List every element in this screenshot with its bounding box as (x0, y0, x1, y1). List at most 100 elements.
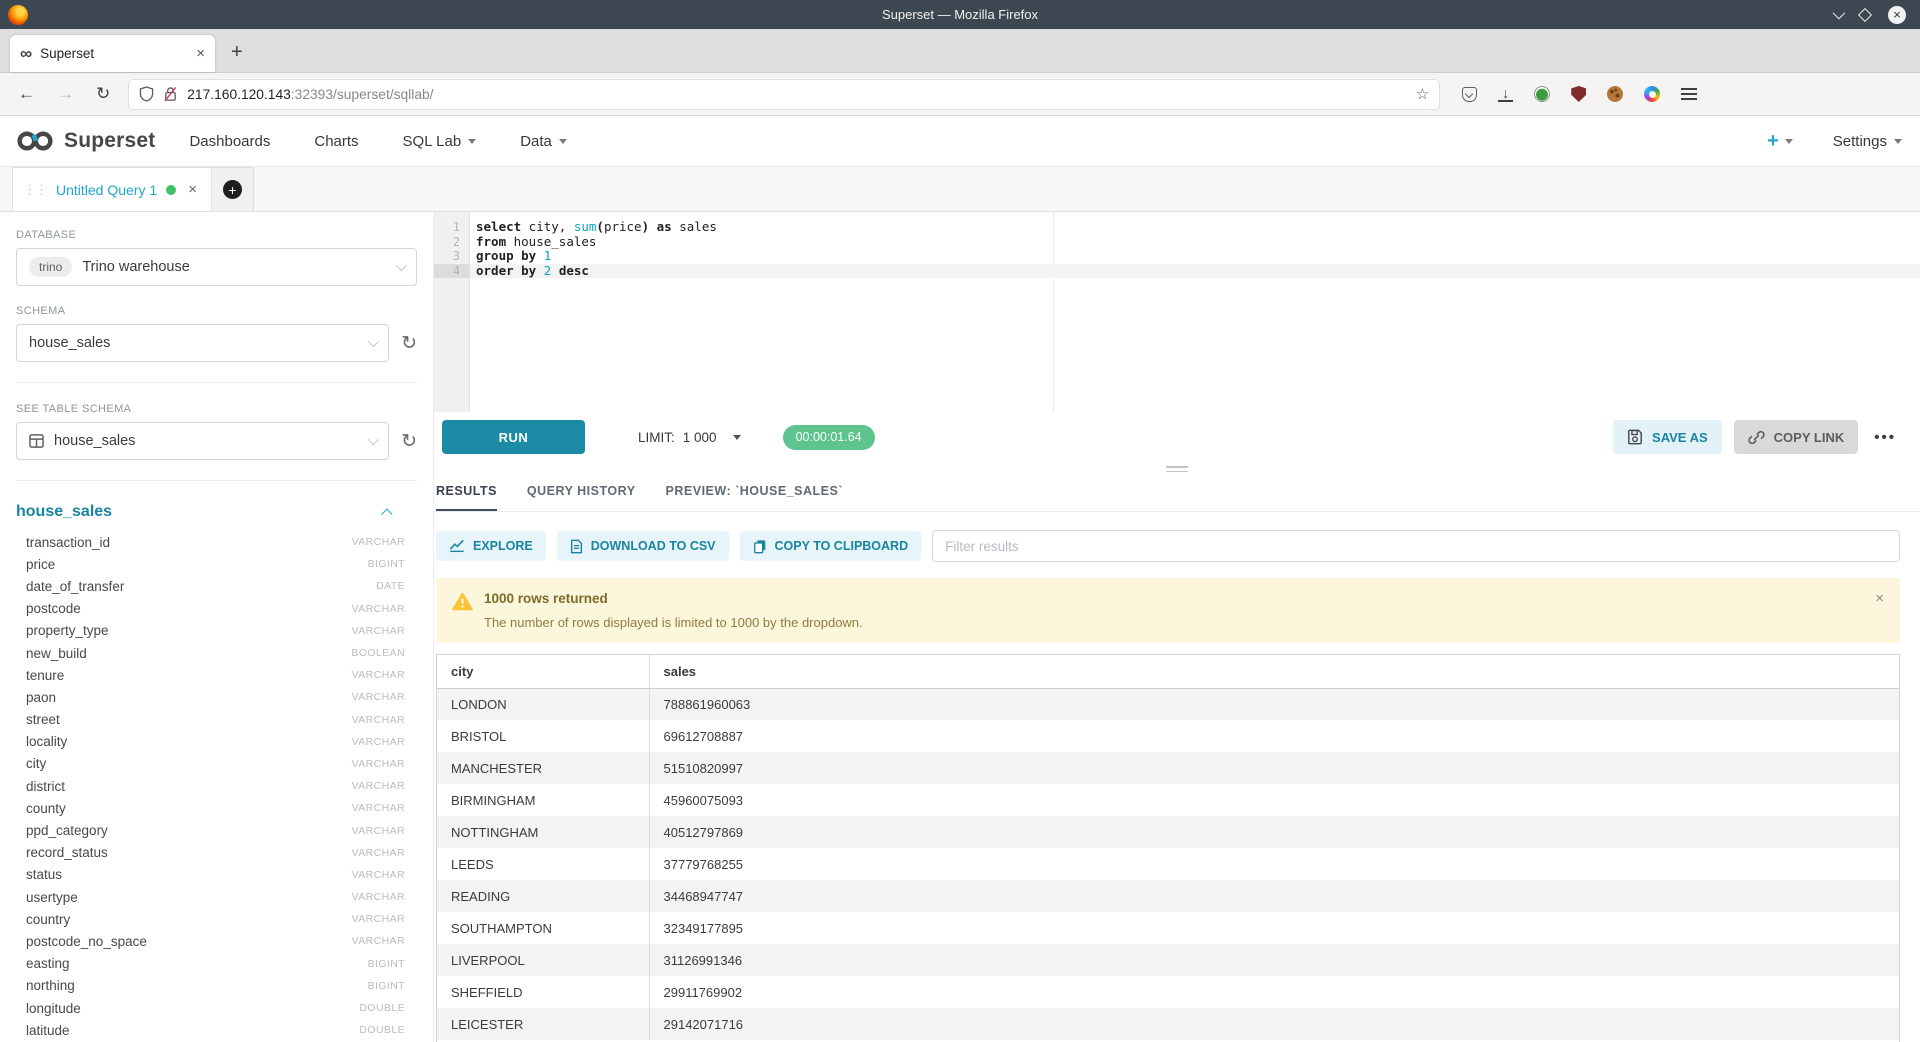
cookie-addon-icon[interactable] (1607, 86, 1623, 102)
editor-toolbar: RUN LIMIT: 1 000 00:00:01.64 SAVE AS (434, 412, 1920, 462)
database-value: Trino warehouse (82, 259, 189, 275)
settings-menu[interactable]: Settings (1833, 133, 1902, 150)
run-button[interactable]: RUN (442, 420, 585, 454)
browser-tab[interactable]: ∞ Superset × (10, 35, 215, 72)
column-row[interactable]: paonVARCHAR (16, 686, 417, 708)
editor-code-area[interactable]: select city, sum(price) as salesfrom hou… (470, 212, 1920, 412)
column-row[interactable]: date_of_transferDATE (16, 575, 417, 597)
table-cell: 51510820997 (649, 752, 1899, 784)
column-row[interactable]: eastingBIGINT (16, 953, 417, 975)
table-cell: 34468947747 (649, 880, 1899, 912)
filter-results-input[interactable] (932, 530, 1900, 562)
results-tab-1[interactable]: QUERY HISTORY (527, 484, 636, 511)
nav-item-sql-lab[interactable]: SQL Lab (403, 133, 477, 150)
column-row[interactable]: districtVARCHAR (16, 775, 417, 797)
query-status-dot (166, 185, 176, 195)
window-maximize-icon[interactable] (1858, 7, 1872, 21)
results-col-header[interactable]: sales (649, 655, 1899, 688)
download-csv-label: DOWNLOAD TO CSV (591, 539, 716, 553)
alert-close-icon[interactable]: × (1875, 591, 1884, 630)
downloads-icon[interactable]: ↓ (1498, 87, 1513, 102)
copy-clipboard-button[interactable]: COPY TO CLIPBOARD (740, 531, 922, 561)
column-row[interactable]: streetVARCHAR (16, 709, 417, 731)
forward-button[interactable]: → (57, 84, 74, 104)
table-select[interactable]: house_sales (16, 422, 389, 460)
bookmark-star-icon[interactable]: ☆ (1416, 85, 1429, 103)
url-field[interactable]: 217.160.120.143:32393/superset/sqllab/ ☆ (128, 79, 1440, 110)
results-tab-0[interactable]: RESULTS (436, 484, 497, 511)
column-name: county (26, 801, 66, 816)
download-csv-button[interactable]: DOWNLOAD TO CSV (557, 531, 729, 561)
query-tab[interactable]: ⋮⋮ Untitled Query 1 × (12, 167, 212, 211)
privacy-addon-icon[interactable] (1534, 86, 1550, 102)
column-row[interactable]: postcodeVARCHAR (16, 598, 417, 620)
column-type: VARCHAR (352, 714, 405, 726)
lock-insecure-icon (163, 86, 178, 102)
results-tab-2[interactable]: PREVIEW: `HOUSE_SALES` (666, 484, 843, 511)
database-select[interactable]: trino Trino warehouse (16, 248, 417, 286)
containers-addon-icon[interactable] (1644, 86, 1660, 102)
tab-close-icon[interactable]: × (196, 45, 205, 62)
window-minimize-icon[interactable] (1833, 7, 1846, 20)
column-row[interactable]: latitudeDOUBLE (16, 1019, 417, 1041)
sql-editor[interactable]: 1234 select city, sum(price) as salesfro… (434, 212, 1920, 412)
nav-item-dashboards[interactable]: Dashboards (189, 133, 270, 150)
schema-select[interactable]: house_sales (16, 324, 389, 362)
table-cell: 29911769902 (649, 976, 1899, 1008)
pane-resize-handle[interactable] (434, 462, 1920, 476)
table-cell: LIVERPOOL (437, 944, 649, 976)
more-options-button[interactable]: ••• (1870, 429, 1900, 446)
column-row[interactable]: priceBIGINT (16, 553, 417, 575)
table-row: LEICESTER29142071716 (437, 1008, 1899, 1040)
nav-item-data[interactable]: Data (520, 133, 567, 150)
column-row[interactable]: countyVARCHAR (16, 797, 417, 819)
line-number: 2 (434, 235, 469, 250)
chevron-down-icon (1894, 139, 1902, 144)
column-row[interactable]: countryVARCHAR (16, 908, 417, 930)
column-row[interactable]: statusVARCHAR (16, 864, 417, 886)
column-row[interactable]: usertypeVARCHAR (16, 886, 417, 908)
table-schema-heading[interactable]: house_sales (16, 501, 417, 531)
add-query-tab-button[interactable]: + (212, 167, 254, 211)
limit-dropdown[interactable]: LIMIT: 1 000 (638, 430, 741, 445)
column-type: DOUBLE (359, 1024, 405, 1036)
pocket-icon[interactable] (1462, 87, 1477, 102)
column-row[interactable]: cityVARCHAR (16, 753, 417, 775)
ublock-icon[interactable] (1571, 86, 1586, 102)
menu-hamburger-icon[interactable] (1681, 93, 1697, 95)
refresh-schema-icon[interactable]: ↻ (401, 334, 417, 353)
column-name: tenure (26, 668, 64, 683)
superset-brand[interactable]: Superset (14, 128, 155, 154)
column-row[interactable]: new_buildBOOLEAN (16, 642, 417, 664)
column-row[interactable]: longitudeDOUBLE (16, 997, 417, 1019)
save-as-button[interactable]: SAVE AS (1613, 420, 1722, 454)
table-cell: BIRMINGHAM (437, 784, 649, 816)
column-row[interactable]: ppd_categoryVARCHAR (16, 819, 417, 841)
window-close-icon[interactable]: × (1888, 6, 1906, 24)
browser-tab-title: Superset (40, 46, 94, 61)
reload-button[interactable]: ↻ (96, 84, 110, 104)
table-cell: SHEFFIELD (437, 976, 649, 1008)
back-button[interactable]: ← (18, 84, 35, 104)
column-type: VARCHAR (352, 825, 405, 837)
add-new-button[interactable]: + (1767, 130, 1793, 153)
table-row: LIVERPOOL31126991346 (437, 944, 1899, 976)
window-titlebar: Superset — Mozilla Firefox × (0, 0, 1920, 29)
new-tab-button[interactable]: + (231, 41, 243, 64)
alert-title: 1000 rows returned (484, 591, 863, 606)
column-row[interactable]: tenureVARCHAR (16, 664, 417, 686)
column-row[interactable]: record_statusVARCHAR (16, 842, 417, 864)
nav-item-charts[interactable]: Charts (314, 133, 358, 150)
column-row[interactable]: northingBIGINT (16, 975, 417, 997)
column-name: city (26, 756, 46, 771)
column-row[interactable]: property_typeVARCHAR (16, 620, 417, 642)
drag-handle-icon[interactable]: ⋮⋮ (23, 182, 47, 198)
query-tab-close-icon[interactable]: × (188, 181, 197, 198)
column-row[interactable]: localityVARCHAR (16, 731, 417, 753)
column-row[interactable]: transaction_idVARCHAR (16, 531, 417, 553)
results-col-header[interactable]: city (437, 655, 649, 688)
copy-link-button[interactable]: COPY LINK (1734, 420, 1859, 454)
explore-button[interactable]: EXPLORE (436, 531, 546, 561)
refresh-table-icon[interactable]: ↻ (401, 432, 417, 451)
column-row[interactable]: postcode_no_spaceVARCHAR (16, 930, 417, 952)
